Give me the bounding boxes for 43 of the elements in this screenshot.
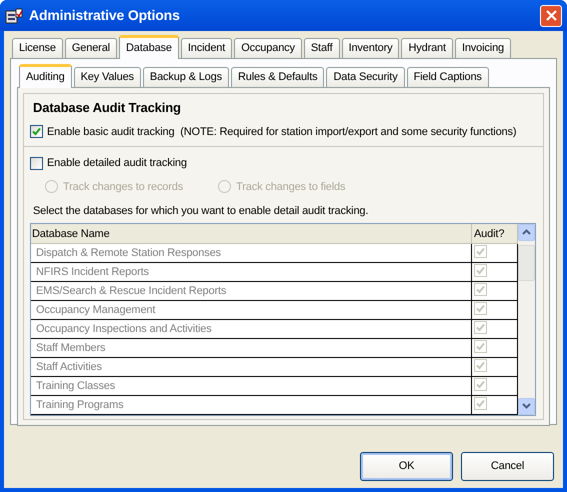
dialog-button[interactable]: OK bbox=[360, 452, 453, 481]
tab[interactable]: Data Security bbox=[326, 67, 405, 87]
close-button[interactable] bbox=[540, 4, 562, 26]
dialog-button[interactable]: Cancel bbox=[461, 452, 554, 481]
tab[interactable]: General bbox=[64, 38, 117, 58]
table-cell: NFIRS Incident Reports bbox=[31, 262, 472, 280]
table-cell: Staff Activities bbox=[31, 358, 472, 376]
tab[interactable]: Inventory bbox=[342, 38, 400, 58]
checkbox[interactable] bbox=[30, 156, 43, 170]
checkbox-label: Enable detailed audit tracking bbox=[47, 156, 187, 171]
tab[interactable]: Field Captions bbox=[406, 67, 489, 87]
radio-label: Track changes to fields bbox=[236, 180, 346, 194]
table-cell: EMS/Search & Rescue Incident Reports bbox=[31, 282, 472, 300]
checkbox-label: Enable basic audit tracking (NOTE: Required for station import/export and some security functions) bbox=[47, 124, 516, 140]
table-cell: Staff Members bbox=[31, 338, 472, 356]
tab[interactable]: Incident bbox=[180, 38, 232, 58]
close-icon bbox=[546, 10, 556, 21]
tab[interactable]: Database bbox=[118, 35, 179, 59]
checkbox[interactable] bbox=[30, 125, 43, 138]
tab[interactable]: Invoicing bbox=[454, 38, 512, 58]
tab[interactable]: Auditing bbox=[19, 64, 72, 88]
tab[interactable]: Hydrant bbox=[401, 38, 453, 58]
tab[interactable]: Staff bbox=[304, 38, 340, 58]
scroll-thumb[interactable] bbox=[518, 244, 535, 280]
column-header[interactable]: Database Name bbox=[31, 224, 472, 242]
tab[interactable]: Backup & Logs bbox=[142, 67, 229, 87]
table-cell: Occupancy Management bbox=[31, 300, 472, 318]
table-cell: Occupancy Inspections and Activities bbox=[31, 320, 472, 338]
group-title: Database Audit Tracking bbox=[33, 99, 182, 117]
tab[interactable]: License bbox=[12, 38, 63, 58]
tab[interactable]: Rules & Defaults bbox=[230, 67, 324, 87]
instruction-text: Select the databases for which you want to enable detail audit tracking. bbox=[33, 204, 370, 219]
table-cell: Training Programs bbox=[31, 396, 472, 414]
scrollbar[interactable] bbox=[518, 224, 535, 414]
radio-label: Track changes to records bbox=[63, 180, 184, 194]
app-icon bbox=[5, 8, 23, 24]
window-title: Administrative Options bbox=[29, 6, 181, 25]
table-cell: Training Classes bbox=[31, 376, 472, 394]
tab[interactable]: Key Values bbox=[74, 67, 141, 87]
table-cell: Dispatch & Remote Station Responses bbox=[31, 244, 472, 262]
scroll-up-button[interactable] bbox=[518, 224, 535, 240]
tab[interactable]: Occupancy bbox=[234, 38, 302, 58]
scroll-down-button[interactable] bbox=[518, 398, 535, 414]
